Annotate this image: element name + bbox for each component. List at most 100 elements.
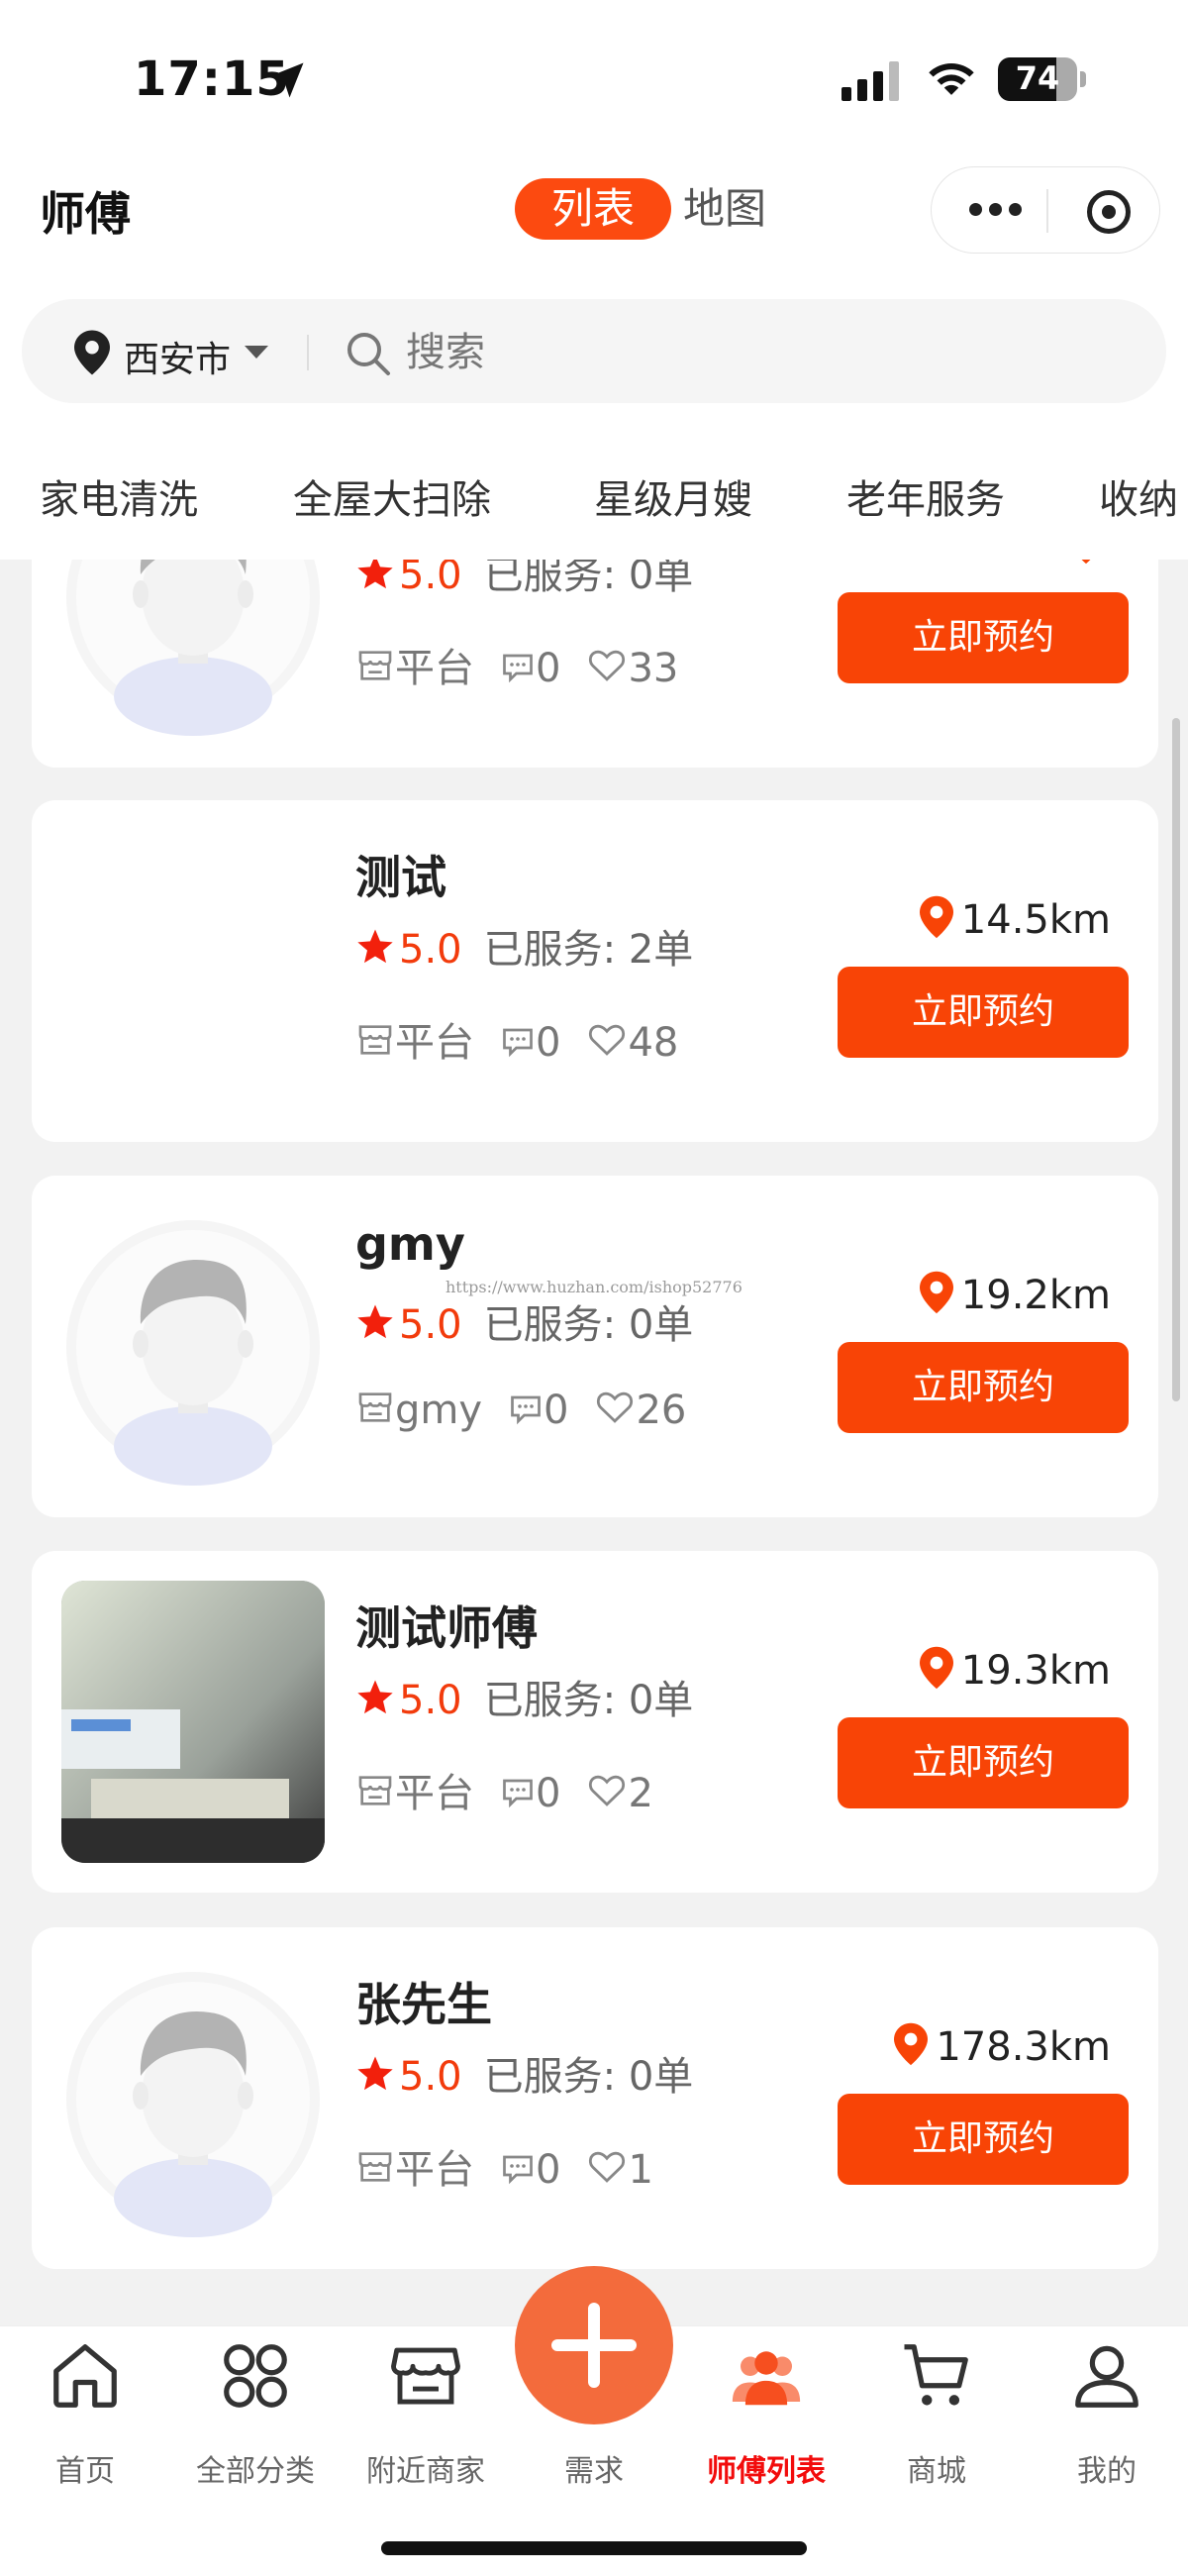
worker-card[interactable]: gmy 5.0 已服务: 0单 gmy 0 26 19.2km 立即预约 [32,1176,1158,1517]
grid-icon [170,2337,341,2415]
post-demand-button[interactable] [515,2266,673,2424]
tab-item[interactable]: 商城 [851,2337,1022,2489]
rating-row: 5.0 已服务: 2单 [355,917,693,975]
served-count: 0单 [628,1302,694,1348]
watermark-text: https://www.huzhan.com/ishop52776 [446,1278,742,1296]
distance: 14.5km [919,895,1111,943]
location-arrow-icon [268,62,304,98]
meta-row: 平台 0 2 [355,1761,653,1818]
book-now-button[interactable]: 立即预约 [838,592,1129,683]
category-tab[interactable]: 老年服务 [846,467,1005,525]
more-icon[interactable] [969,201,1029,220]
comment-icon [508,1388,544,1433]
source-label: 平台 [395,2147,474,2193]
avatar-photo [61,1581,325,1863]
user-icon [1022,2337,1188,2415]
tab-item[interactable]: 首页 [0,2337,170,2489]
worker-name: 测试 [355,851,446,904]
home-icon [0,2337,170,2415]
worker-card[interactable]: 张先生 5.0 已服务: 0单 平台 0 1 178.3km 立即预约 [32,1927,1158,2269]
tab-label: 全部分类 [196,2454,315,2489]
comment-count: 0 [536,1771,561,1816]
worker-name: 测试师傅 [355,1601,538,1655]
users-icon [681,2337,851,2415]
comment-icon [500,1771,536,1816]
chevron-down-icon[interactable] [245,346,268,359]
like-count: 33 [628,646,679,691]
store-icon [341,2337,511,2415]
avatar-empty [61,830,325,1112]
heart-icon [586,1020,628,1066]
city-selector[interactable]: 西安市 [124,331,231,382]
rating-score: 5.0 [399,1302,462,1348]
source-label: 平台 [395,1020,474,1066]
served-count: 2单 [628,927,694,973]
tab-label: 附近商家 [366,2454,485,2489]
store-icon [355,1388,395,1433]
avatar-placeholder-icon [61,1205,325,1488]
comment-icon [500,2147,536,2193]
distance: 178.3km [894,2022,1111,2070]
worker-card[interactable]: 测试师傅 5.0 已服务: 0单 平台 0 2 19.3km 立即预约 [32,1551,1158,1893]
tab-item[interactable]: 全部分类 [170,2337,341,2489]
worker-card[interactable]: 测试 5.0 已服务: 2单 平台 0 48 14.5km 立即预约 [32,800,1158,1142]
category-tab[interactable]: 星级月嫂 [594,467,752,525]
distance-value: 19.2km [960,1273,1111,1318]
tab-label: 我的 [1077,2454,1137,2489]
location-pin-icon [919,895,961,943]
tab-item[interactable]: 我的 [1022,2337,1188,2489]
avatar-placeholder-icon [61,1957,325,2239]
comment-count: 0 [536,646,561,691]
tab-label-demand[interactable]: 需求 [515,2446,673,2490]
comment-count: 0 [536,1020,561,1066]
comment-count: 0 [544,1388,569,1433]
rating-score: 5.0 [399,927,462,973]
store-icon [355,1771,395,1816]
book-now-button[interactable]: 立即预约 [838,1342,1129,1433]
page-title: 师傅 [40,187,131,241]
heart-icon [586,1771,628,1816]
search-input[interactable] [406,325,1000,380]
worker-name: gmy [355,1217,465,1271]
distance-value: 19.3km [960,1648,1111,1694]
location-pin-icon [74,330,110,375]
category-tab[interactable]: 全屋大扫除 [293,467,491,525]
meta-row: 平台 0 33 [355,636,678,693]
scrollbar[interactable] [1172,718,1180,1401]
like-count: 1 [628,2147,653,2193]
rating-row: 5.0 已服务: 0单 [355,2044,693,2102]
worker-name: 张先生 [355,1978,492,2031]
store-icon [355,646,395,691]
meta-row: 平台 0 48 [355,1010,678,1068]
tab-item[interactable]: 师傅列表 [681,2337,851,2489]
battery-level: 74 [1015,59,1060,97]
heart-icon [586,2147,628,2193]
close-target-icon[interactable] [1087,190,1131,234]
meta-row: gmy 0 26 [355,1386,686,1433]
tab-item[interactable]: 附近商家 [341,2337,511,2489]
location-pin-icon [894,2022,936,2070]
star-icon [355,2054,399,2100]
category-tab[interactable]: 家电清洗 [40,467,198,525]
comment-icon [500,1020,536,1066]
battery-icon: 74 [998,57,1086,101]
tab-label: 师傅列表 [707,2454,826,2489]
served-count: 0单 [628,1678,694,1723]
tab-list[interactable]: 列表 [515,178,671,240]
star-icon [355,1678,399,1723]
book-now-button[interactable]: 立即预约 [838,967,1129,1058]
served-count: 0单 [628,2054,694,2100]
served-label: 已服务: [483,2054,617,2100]
source-label: gmy [395,1388,483,1433]
location-pin-icon [919,1646,961,1694]
book-now-button[interactable]: 立即预约 [838,1717,1129,1808]
cart-icon [851,2337,1022,2415]
category-tab[interactable]: 收纳 [1099,467,1178,525]
rating-row: 5.0 已服务: 0单 [355,1668,693,1725]
book-now-button[interactable]: 立即预约 [838,2094,1129,2185]
tab-map[interactable]: 地图 [683,178,802,240]
rating-score: 5.0 [399,2054,462,2100]
location-pin-icon [919,1271,961,1318]
like-count: 48 [628,1020,679,1066]
comment-count: 0 [536,2147,561,2193]
